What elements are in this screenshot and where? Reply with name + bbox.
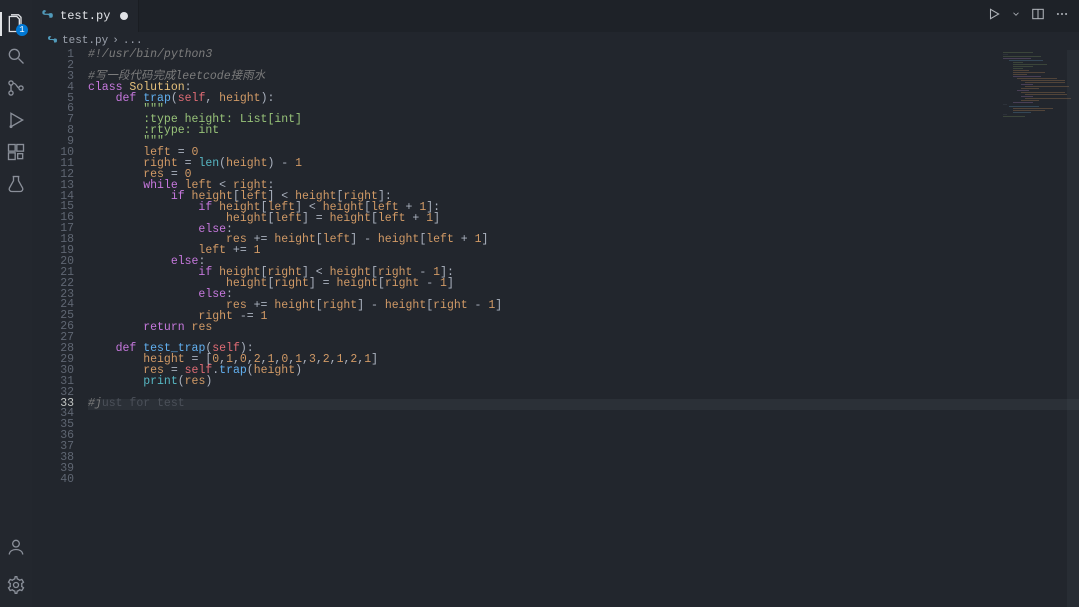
python-file-icon: [46, 35, 58, 47]
breadcrumb-separator: ›: [112, 35, 119, 47]
accounts-icon[interactable]: [0, 531, 32, 563]
settings-gear-icon[interactable]: [0, 569, 32, 601]
testing-icon[interactable]: [0, 168, 32, 200]
line-number-gutter: 1234567891011121314151617181920212223242…: [32, 50, 88, 607]
split-editor-icon[interactable]: [1031, 7, 1045, 25]
explorer-badge: 1: [16, 24, 28, 36]
chevron-down-icon[interactable]: [1011, 7, 1021, 25]
more-actions-icon[interactable]: [1055, 7, 1069, 25]
tab-dirty-indicator: [120, 12, 128, 20]
tab-label: test.py: [60, 9, 110, 23]
breadcrumb-more: ...: [123, 35, 143, 47]
run-debug-icon[interactable]: [0, 104, 32, 136]
tab-test-py[interactable]: test.py: [32, 0, 139, 32]
tab-bar: test.py: [32, 0, 1079, 32]
run-file-icon[interactable]: [987, 7, 1001, 25]
search-icon[interactable]: [0, 40, 32, 72]
explorer-icon[interactable]: 1: [0, 8, 32, 40]
activity-bar: 1: [0, 0, 32, 607]
python-file-icon: [40, 9, 54, 23]
code-content[interactable]: #!/usr/bin/python3 #写一段代码完成leetcode接雨水cl…: [88, 50, 1079, 607]
source-control-icon[interactable]: [0, 72, 32, 104]
breadcrumb-file: test.py: [62, 35, 108, 47]
editor-scrollbar[interactable]: [1067, 50, 1079, 607]
editor-area: test.py test.py › ... 123456789101112131…: [32, 0, 1079, 607]
extensions-icon[interactable]: [0, 136, 32, 168]
editor-actions: [987, 7, 1079, 25]
code-editor[interactable]: 1234567891011121314151617181920212223242…: [32, 50, 1079, 607]
